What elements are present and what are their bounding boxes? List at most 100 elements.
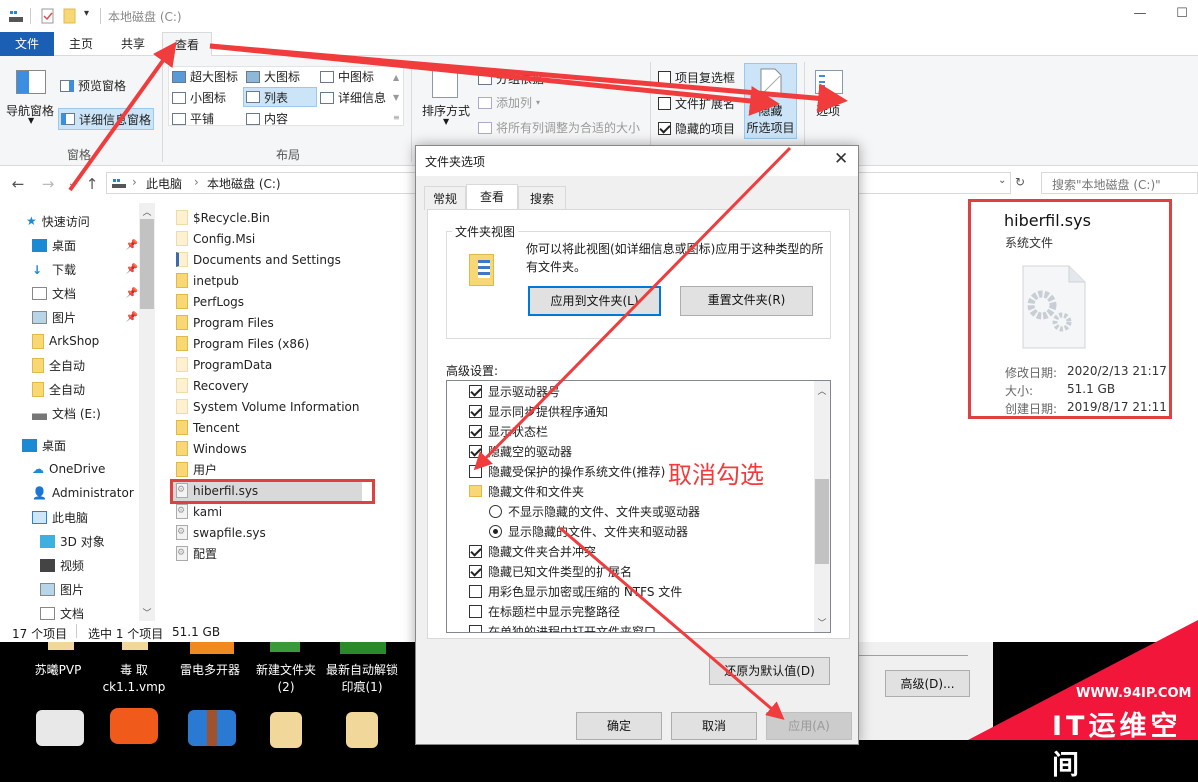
- new-folder-icon[interactable]: [62, 8, 78, 24]
- file-list-item[interactable]: PerfLogs: [176, 291, 244, 312]
- nav-item-this-pc[interactable]: 此电脑: [32, 506, 88, 528]
- size-all-columns-button[interactable]: 将所有列调整为合适的大小: [478, 119, 640, 136]
- refresh-icon[interactable]: ↻: [1015, 175, 1025, 189]
- nav-item-auto1[interactable]: 全自动: [32, 354, 85, 376]
- layout-details[interactable]: 详细信息: [320, 89, 386, 106]
- calligraphy-app-icon[interactable]: [36, 710, 84, 746]
- file-list-item[interactable]: ProgramData: [176, 354, 272, 375]
- tab-home[interactable]: 主页: [58, 32, 104, 56]
- breadcrumb-separator[interactable]: ›: [132, 175, 137, 189]
- apply-button[interactable]: 应用(A): [766, 712, 852, 740]
- file-list-item[interactable]: 配置: [176, 543, 217, 564]
- advanced-button[interactable]: 高级(D)...: [885, 670, 970, 697]
- file-list-item[interactable]: $Recycle.Bin: [176, 207, 270, 228]
- radio-selected[interactable]: [489, 524, 502, 538]
- advanced-settings-list[interactable]: 显示驱动器号 显示同步提供程序通知 显示状态栏 隐藏空的驱动器 隐藏受保护的操作系统文件…: [446, 380, 831, 633]
- file-list-item[interactable]: Recovery: [176, 375, 249, 396]
- checkbox-checked[interactable]: [658, 122, 671, 135]
- nav-item-onedrive[interactable]: ☁ OneDrive: [32, 458, 105, 480]
- layout-extra-large-icons[interactable]: 超大图标: [172, 68, 238, 85]
- settings-scrollbar[interactable]: ︿ ﹀: [814, 381, 830, 632]
- gallery-scroll-buttons[interactable]: ▲ ▼ ≡: [393, 68, 400, 128]
- scroll-down-icon[interactable]: ﹀: [814, 616, 830, 629]
- file-list-item[interactable]: kami: [176, 501, 222, 522]
- nav-item-desktop[interactable]: 桌面 📌: [32, 234, 138, 256]
- close-button[interactable]: ✕: [834, 149, 848, 169]
- restore-defaults-button[interactable]: 还原为默认值(D): [709, 657, 830, 685]
- advanced-setting-item[interactable]: 隐藏文件和文件夹: [469, 481, 584, 501]
- nav-item-documents[interactable]: 文档 📌: [32, 282, 138, 304]
- scroll-down-icon[interactable]: ﹀: [139, 606, 155, 619]
- layout-list[interactable]: 列表: [243, 87, 317, 107]
- file-list-item[interactable]: Windows: [176, 438, 247, 459]
- layout-large-icons[interactable]: 大图标: [246, 68, 300, 85]
- file-list-item[interactable]: Tencent: [176, 417, 240, 438]
- nav-item-desktop-root[interactable]: 桌面: [22, 434, 66, 456]
- checkbox[interactable]: [658, 97, 671, 110]
- nav-item-pictures[interactable]: 图片 📌: [32, 306, 138, 328]
- checkbox-checked[interactable]: [469, 444, 482, 458]
- layout-small-icons[interactable]: 小图标: [172, 89, 226, 106]
- back-button[interactable]: ←: [8, 174, 28, 194]
- archive-app-icon[interactable]: [188, 710, 236, 746]
- radio[interactable]: [489, 504, 502, 518]
- nav-item-arkshop[interactable]: ArkShop: [32, 330, 99, 352]
- checkbox-checked[interactable]: [469, 404, 482, 418]
- tab-view[interactable]: 查看: [466, 184, 518, 211]
- advanced-setting-item[interactable]: 显示驱动器号: [469, 381, 560, 401]
- tab-share[interactable]: 共享: [110, 32, 156, 56]
- nav-item-downloads[interactable]: ↓ 下载 📌: [32, 258, 138, 280]
- file-list-item[interactable]: 用户: [176, 459, 217, 480]
- advanced-setting-item[interactable]: 隐藏受保护的操作系统文件(推荐): [469, 461, 665, 481]
- minimize-button[interactable]: —: [1130, 6, 1150, 26]
- nav-item-videos[interactable]: 视频: [40, 554, 84, 576]
- desktop-shortcut-label[interactable]: 最新自动解锁 印痕(1): [322, 662, 402, 696]
- recent-locations-button[interactable]: ⌄: [62, 174, 82, 194]
- nav-pane-icon[interactable]: [16, 70, 46, 94]
- file-list-item[interactable]: swapfile.sys: [176, 522, 266, 543]
- preview-pane-button[interactable]: 预览窗格: [60, 77, 126, 94]
- file-list-item[interactable]: Program Files: [176, 312, 274, 333]
- file-list-item[interactable]: hiberfil.sys: [176, 480, 258, 501]
- maximize-button[interactable]: ☐: [1172, 6, 1192, 26]
- tab-search[interactable]: 搜索: [518, 186, 566, 210]
- checkbox-checked[interactable]: [469, 424, 482, 438]
- desktop-shortcut-label[interactable]: 毒 取 ck1.1.vmp: [94, 662, 174, 696]
- hide-selected-button[interactable]: 隐藏 所选项目: [744, 63, 797, 139]
- advanced-setting-item[interactable]: 在单独的进程中打开文件夹窗口: [469, 621, 656, 632]
- up-button[interactable]: ↑: [82, 174, 102, 194]
- nav-item-drive-e[interactable]: 文档 (E:): [32, 402, 101, 424]
- file-list-item[interactable]: Config.Msi: [176, 228, 255, 249]
- checkbox-checked[interactable]: [469, 544, 482, 558]
- file-list-item[interactable]: inetpub: [176, 270, 239, 291]
- forward-button[interactable]: →: [38, 174, 58, 194]
- checkbox[interactable]: [469, 584, 482, 598]
- file-list-item[interactable]: Program Files (x86): [176, 333, 309, 354]
- options-button[interactable]: 选项: [816, 102, 840, 119]
- item-checkboxes-toggle[interactable]: 项目复选框: [658, 69, 735, 86]
- nav-item-auto2[interactable]: 全自动: [32, 378, 85, 400]
- layout-medium-icons[interactable]: 中图标: [320, 68, 374, 85]
- properties-icon[interactable]: [40, 8, 56, 24]
- reset-folders-button[interactable]: 重置文件夹(R): [680, 286, 813, 316]
- advanced-setting-item[interactable]: 隐藏空的驱动器: [469, 441, 572, 461]
- nav-item-documents-pc[interactable]: 文档: [40, 602, 84, 624]
- file-extensions-toggle[interactable]: 文件扩展名: [658, 95, 735, 112]
- file-list-item[interactable]: System Volume Information: [176, 396, 359, 417]
- add-columns-button[interactable]: 添加列 ▾: [478, 94, 540, 111]
- nav-scrollbar[interactable]: ︿ ﹀: [139, 203, 155, 621]
- breadcrumb-local-disk[interactable]: 本地磁盘 (C:): [207, 175, 281, 192]
- desktop-shortcut-label[interactable]: 苏曦PVP: [18, 662, 98, 679]
- desktop-shortcut-label[interactable]: 雷电多开器: [170, 662, 250, 679]
- checkbox[interactable]: [469, 604, 482, 618]
- video-player-app-icon[interactable]: [110, 708, 158, 744]
- tab-file[interactable]: 文件: [0, 32, 54, 56]
- folder-icon[interactable]: [346, 712, 378, 748]
- nav-item-user[interactable]: 👤 Administrator: [32, 482, 134, 504]
- scroll-thumb[interactable]: [815, 479, 829, 564]
- advanced-setting-item[interactable]: 不显示隐藏的文件、文件夹或驱动器: [489, 501, 700, 521]
- layout-tiles[interactable]: 平铺: [172, 110, 214, 127]
- breadcrumb-separator[interactable]: ›: [194, 175, 199, 189]
- checkbox-checked[interactable]: [469, 384, 482, 398]
- ok-button[interactable]: 确定: [576, 712, 662, 740]
